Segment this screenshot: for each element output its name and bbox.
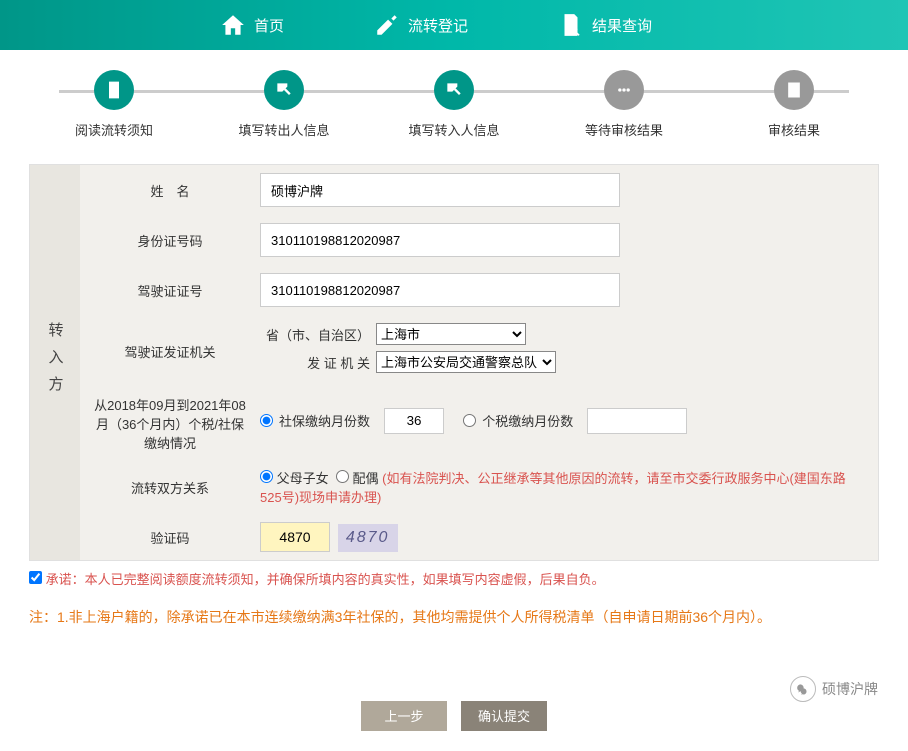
relation-parent-label: 父母子女: [277, 471, 329, 486]
side-label: 转入方: [30, 165, 80, 560]
home-icon: [220, 12, 246, 38]
tax-label: 从2018年09月到2021年08月（36个月内）个税/社保缴纳情况: [80, 395, 260, 452]
province-select[interactable]: 上海市: [376, 323, 526, 345]
nav-query-label: 结果查询: [592, 15, 652, 36]
relation-spouse-radio[interactable]: [336, 470, 349, 483]
tax-radio-label: 个税缴纳月份数: [482, 411, 573, 430]
nav-register[interactable]: 流转登记: [374, 12, 468, 38]
nav-query[interactable]: 结果查询: [558, 12, 652, 38]
form-area: 转入方 姓 名 身份证号码 驾驶证证号 驾驶证发证机关 省（市、自治区） 上海: [29, 164, 879, 561]
doc-icon: [104, 80, 124, 100]
name-label: 姓 名: [80, 181, 260, 200]
wait-icon: [614, 80, 634, 100]
nav-register-label: 流转登记: [408, 15, 468, 36]
step-5: 审核结果: [709, 70, 879, 139]
step-1: 阅读流转须知: [29, 70, 199, 139]
row-idno: 身份证号码: [80, 215, 878, 265]
form-in-icon: [444, 80, 464, 100]
note: 注：1.非上海户籍的，除承诺已在本市连续缴纳满3年社保的，其他均需提供个人所得税…: [29, 604, 879, 631]
nav-home[interactable]: 首页: [220, 12, 284, 38]
wechat-icon: [790, 676, 816, 702]
step-3-label: 填写转入人信息: [408, 120, 499, 139]
org-select[interactable]: 上海市公安局交通警察总队: [376, 351, 556, 373]
step-2-label: 填写转出人信息: [238, 120, 329, 139]
tax-radio[interactable]: [463, 414, 476, 427]
search-doc-icon: [558, 12, 584, 38]
button-row: 上一步 确认提交: [29, 701, 879, 751]
note-prefix: 注：: [29, 609, 57, 625]
row-name: 姓 名: [80, 165, 878, 215]
submit-button[interactable]: 确认提交: [461, 701, 547, 731]
form-out-icon: [274, 80, 294, 100]
agree-checkbox[interactable]: [29, 571, 42, 584]
row-license: 驾驶证证号: [80, 265, 878, 315]
prev-button[interactable]: 上一步: [361, 701, 447, 731]
nav-home-label: 首页: [254, 15, 284, 36]
social-radio-label: 社保缴纳月份数: [279, 411, 370, 430]
social-months-input[interactable]: [384, 408, 444, 434]
row-license-org: 驾驶证发证机关 省（市、自治区） 上海市 发 证 机 关 上海市公安局交通警察总…: [80, 315, 878, 387]
note-body: 1.非上海户籍的，除承诺已在本市连续缴纳满3年社保的，其他均需提供个人所得税清单…: [57, 609, 771, 625]
relation-spouse-label: 配偶: [353, 471, 379, 486]
province-sublabel: 省（市、自治区）: [260, 325, 370, 344]
agree-prefix: 承诺：: [46, 572, 85, 587]
agree-row: 承诺：本人已完整阅读额度流转须知，并确保所填内容的真实性，如果填写内容虚假，后果…: [29, 561, 879, 604]
float-brand-label: 硕博沪牌: [822, 679, 878, 699]
captcha-image[interactable]: 4870: [338, 524, 398, 552]
step-4: 等待审核结果: [539, 70, 709, 139]
float-brand[interactable]: 硕博沪牌: [790, 676, 878, 702]
idno-input[interactable]: [260, 223, 620, 257]
relation-parent-radio[interactable]: [260, 470, 273, 483]
row-relation: 流转双方关系 父母子女 配偶 (如有法院判决、公正继承等其他原因的流转，请至市交…: [80, 460, 878, 514]
captcha-input[interactable]: [260, 522, 330, 552]
step-5-label: 审核结果: [768, 120, 820, 139]
top-nav: 首页 流转登记 结果查询: [0, 0, 908, 50]
step-2: 填写转出人信息: [199, 70, 369, 139]
social-radio[interactable]: [260, 414, 273, 427]
step-4-label: 等待审核结果: [585, 120, 663, 139]
license-input[interactable]: [260, 273, 620, 307]
relation-label: 流转双方关系: [80, 478, 260, 497]
captcha-label: 验证码: [80, 528, 260, 547]
row-captcha: 验证码 4870: [80, 514, 878, 560]
org-sublabel: 发 证 机 关: [260, 353, 370, 372]
step-1-label: 阅读流转须知: [75, 120, 153, 139]
license-label: 驾驶证证号: [80, 281, 260, 300]
step-3: 填写转入人信息: [369, 70, 539, 139]
idno-label: 身份证号码: [80, 231, 260, 250]
step-bar: 阅读流转须知 填写转出人信息 填写转入人信息 等待审核结果 审核结果: [29, 70, 879, 139]
license-org-label: 驾驶证发证机关: [80, 342, 260, 361]
edit-icon: [374, 12, 400, 38]
name-input[interactable]: [260, 173, 620, 207]
row-tax: 从2018年09月到2021年08月（36个月内）个税/社保缴纳情况 社保缴纳月…: [80, 387, 878, 460]
result-icon: [784, 80, 804, 100]
tax-months-input[interactable]: [587, 408, 687, 434]
agree-text: 本人已完整阅读额度流转须知，并确保所填内容的真实性，如果填写内容虚假，后果自负。: [85, 572, 605, 587]
